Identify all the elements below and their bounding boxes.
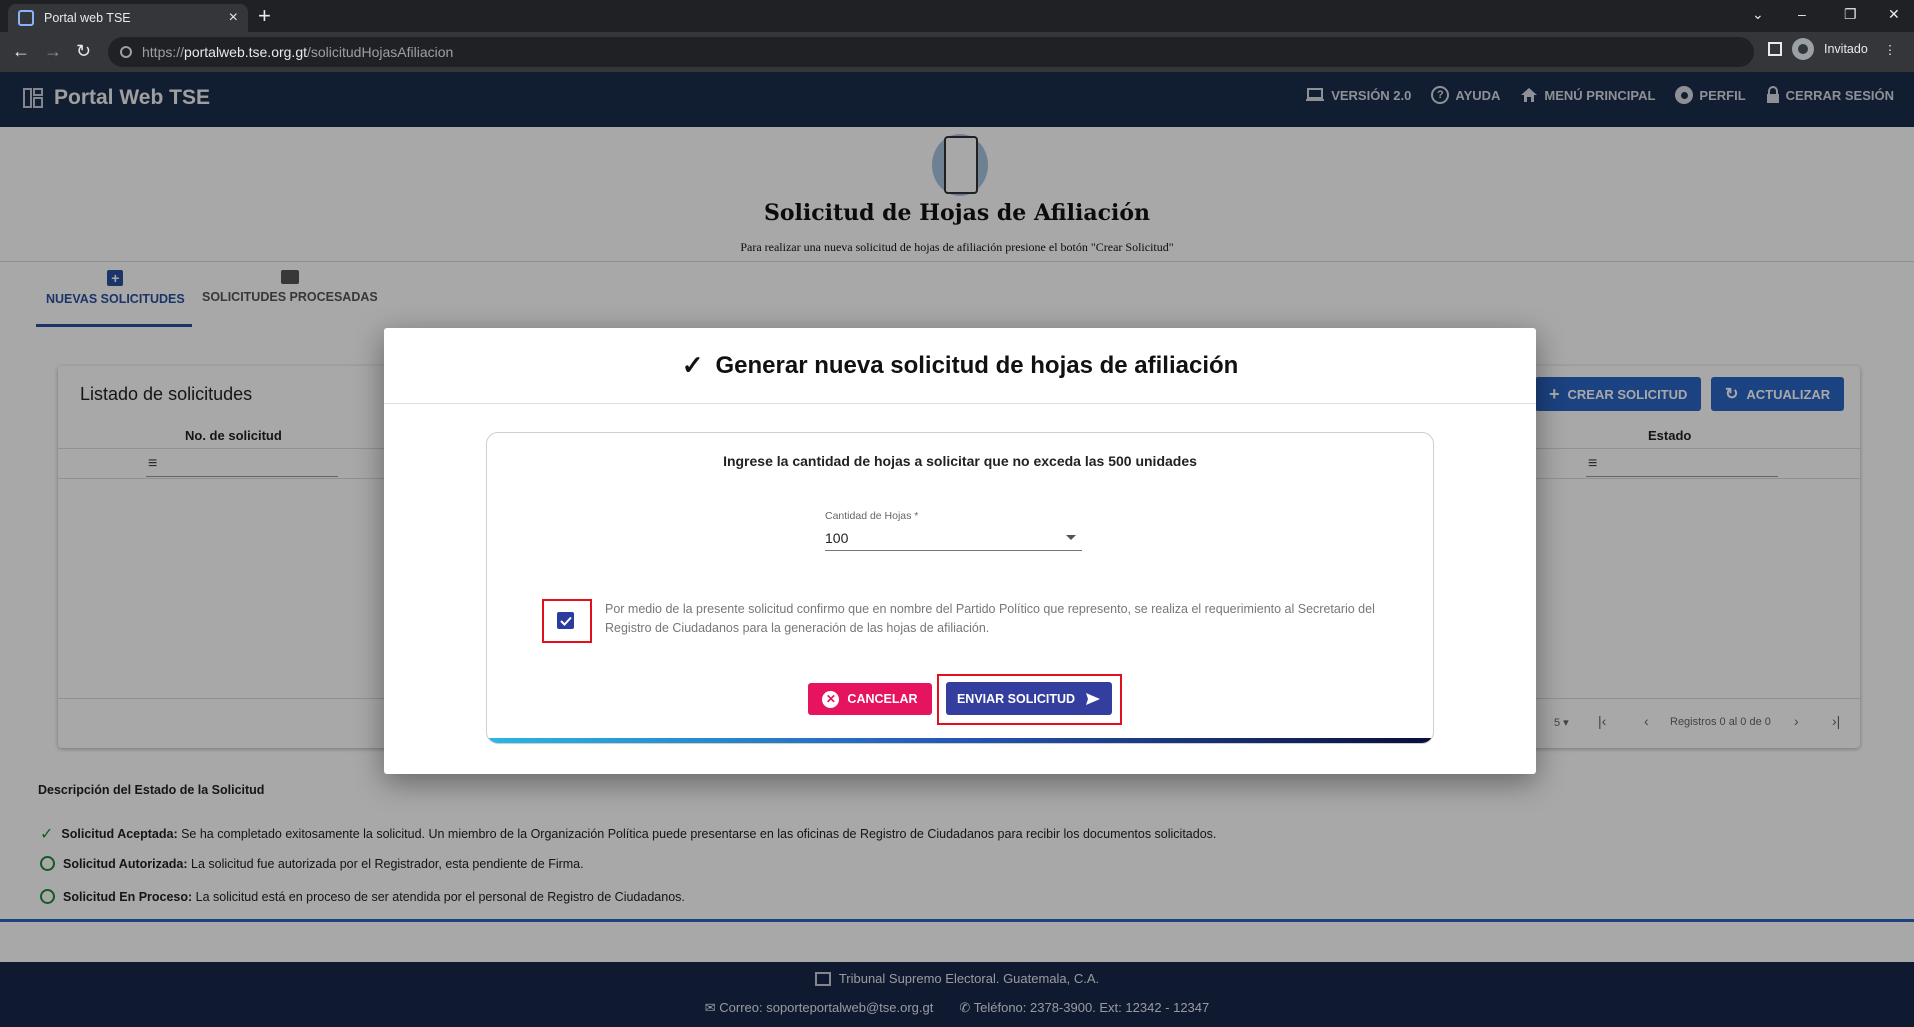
- sheets-quantity-label: Cantidad de Hojas *: [825, 510, 919, 522]
- send-request-button[interactable]: ENVIAR SOLICITUD: [946, 682, 1112, 715]
- cancel-label: CANCELAR: [847, 692, 918, 706]
- browser-toolbar-right: Invitado ⋮: [1768, 38, 1896, 60]
- tse-favicon-icon: [18, 10, 34, 26]
- sheets-quantity-select[interactable]: 100: [825, 530, 848, 546]
- profile-label[interactable]: Invitado: [1824, 42, 1868, 56]
- chevron-down-icon[interactable]: [1066, 535, 1076, 540]
- back-icon[interactable]: ←: [12, 40, 30, 62]
- side-panel-icon[interactable]: [1768, 42, 1782, 56]
- dialog-divider: [384, 403, 1536, 404]
- sheets-quantity-underline: [825, 550, 1082, 551]
- browser-tabstrip: [0, 0, 1914, 32]
- close-tab-icon[interactable]: ×: [229, 10, 238, 26]
- close-window-icon[interactable]: ✕: [1888, 6, 1900, 23]
- profile-avatar-icon[interactable]: [1792, 38, 1814, 60]
- gradient-bar: [487, 738, 1433, 743]
- browser-menu-icon[interactable]: ⋮: [1884, 42, 1897, 57]
- address-bar[interactable]: https://portalweb.tse.org.gt/solicitudHo…: [108, 37, 1754, 67]
- check-icon: ✓: [681, 350, 704, 380]
- reload-icon[interactable]: ↻: [76, 40, 91, 62]
- minimize-icon[interactable]: –: [1798, 6, 1806, 22]
- url-text: https://portalweb.tse.org.gt/solicitudHo…: [142, 44, 453, 60]
- dialog-instruction: Ingrese la cantidad de hojas a solicitar…: [723, 453, 1197, 469]
- dialog-title: ✓ Generar nueva solicitud de hojas de af…: [384, 350, 1536, 381]
- confirm-checkbox[interactable]: [557, 612, 574, 629]
- url-prefix: https://: [142, 44, 185, 60]
- send-label: ENVIAR SOLICITUD: [956, 691, 1076, 706]
- site-info-icon[interactable]: [120, 46, 132, 58]
- tab-search-icon[interactable]: ⌄: [1752, 6, 1764, 23]
- browser-tab-title: Portal web TSE: [44, 11, 131, 25]
- new-tab-icon[interactable]: +: [258, 5, 271, 27]
- cancel-circle-icon: ✕: [822, 690, 840, 708]
- restore-icon[interactable]: ❐: [1844, 6, 1857, 23]
- browser-tab[interactable]: Portal web TSE ×: [8, 4, 248, 32]
- checkmark-icon: [559, 616, 572, 626]
- forward-icon[interactable]: →: [44, 40, 62, 62]
- url-domain: portalweb.tse.org.gt: [184, 44, 307, 60]
- cancel-button[interactable]: ✕ CANCELAR: [808, 683, 932, 715]
- url-path: /solicitudHojasAfiliacion: [307, 44, 454, 60]
- send-icon: [1086, 692, 1101, 705]
- dialog-title-text: Generar nueva solicitud de hojas de afil…: [715, 351, 1239, 379]
- confirm-text: Por medio de la presente solicitud confi…: [605, 602, 1375, 635]
